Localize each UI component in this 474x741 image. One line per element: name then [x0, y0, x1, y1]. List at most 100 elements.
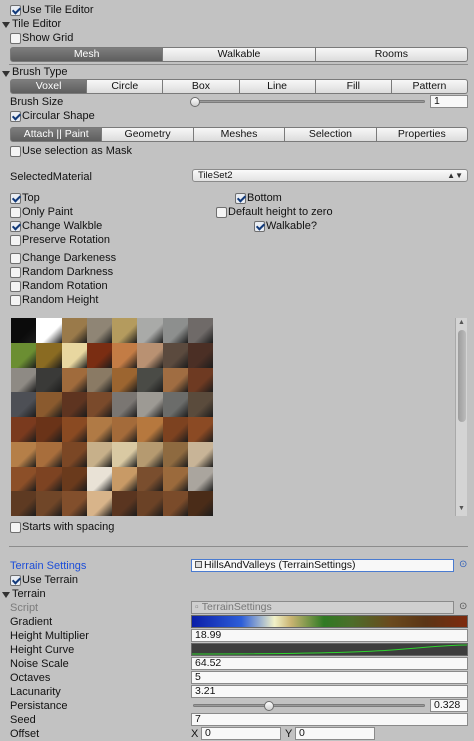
top-checkbox[interactable]: [10, 193, 21, 204]
tab-selection[interactable]: Selection: [285, 127, 377, 142]
brush-size-field[interactable]: 1: [430, 95, 468, 108]
tab-attach-paint[interactable]: Attach || Paint: [10, 127, 103, 142]
tile-swatch[interactable]: [36, 491, 62, 516]
terrain-section-title[interactable]: Terrain: [12, 587, 46, 601]
brush-type-foldout-arrow-icon[interactable]: [2, 71, 10, 77]
tile-swatch[interactable]: [61, 318, 87, 343]
tile-swatch[interactable]: [187, 491, 213, 516]
tile-swatch[interactable]: [162, 466, 188, 492]
tile-swatch[interactable]: [36, 466, 62, 492]
tile-swatch[interactable]: [137, 367, 163, 393]
tile-swatch[interactable]: [36, 441, 62, 467]
tile-swatch[interactable]: [86, 417, 112, 442]
octaves-field[interactable]: 5: [191, 671, 468, 684]
tile-swatch[interactable]: [137, 441, 163, 467]
tile-swatch[interactable]: [61, 392, 87, 417]
change-walkable-checkbox[interactable]: [10, 221, 21, 232]
tile-swatch[interactable]: [11, 466, 37, 492]
tile-swatch[interactable]: [11, 417, 37, 442]
random-height-checkbox[interactable]: [10, 295, 21, 306]
tab-meshes[interactable]: Meshes: [193, 127, 286, 142]
tile-swatch[interactable]: [11, 441, 37, 467]
use-terrain-checkbox[interactable]: [10, 575, 21, 586]
tile-swatch[interactable]: [112, 318, 138, 343]
terrain-foldout-arrow-icon[interactable]: [2, 592, 10, 598]
selected-material-dropdown[interactable]: TileSet2 ▲▼: [192, 169, 468, 182]
offset-x-field[interactable]: 0: [201, 727, 281, 740]
tile-swatch[interactable]: [61, 417, 87, 442]
tile-swatch[interactable]: [162, 417, 188, 442]
tile-swatch[interactable]: [112, 417, 138, 442]
seed-field[interactable]: 7: [191, 713, 468, 726]
tile-swatch[interactable]: [137, 318, 163, 343]
scroll-down-icon[interactable]: ▼: [458, 505, 465, 512]
tile-swatch[interactable]: [61, 466, 87, 492]
noise-scale-field[interactable]: 64.52: [191, 657, 468, 670]
starts-with-spacing-checkbox[interactable]: [10, 522, 21, 533]
tile-swatch[interactable]: [162, 342, 188, 368]
persistance-field[interactable]: 0.328: [430, 699, 468, 712]
tile-swatch[interactable]: [112, 466, 138, 492]
tileset-scroll-thumb[interactable]: [458, 330, 466, 422]
terrain-settings-object-field[interactable]: HillsAndValleys (TerrainSettings): [191, 559, 454, 572]
tab-rooms[interactable]: Rooms: [315, 47, 468, 62]
tile-swatch[interactable]: [112, 367, 138, 393]
tile-swatch[interactable]: [162, 392, 188, 417]
height-multiplier-field[interactable]: 18.99: [191, 629, 468, 642]
tile-editor-foldout-arrow-icon[interactable]: [2, 22, 10, 28]
tile-swatch[interactable]: [187, 392, 213, 417]
persistance-slider-track[interactable]: [193, 704, 425, 707]
tile-swatch[interactable]: [187, 342, 213, 368]
offset-y-field[interactable]: 0: [295, 727, 375, 740]
scroll-up-icon[interactable]: ▲: [458, 319, 465, 326]
tile-swatch[interactable]: [86, 342, 112, 368]
tile-swatch[interactable]: [61, 491, 87, 516]
change-darkeness-checkbox[interactable]: [10, 253, 21, 264]
tile-swatch[interactable]: [187, 367, 213, 393]
only-paint-checkbox[interactable]: [10, 207, 21, 218]
preserve-rotation-checkbox[interactable]: [10, 235, 21, 246]
random-rotation-checkbox[interactable]: [10, 281, 21, 292]
tile-swatch[interactable]: [11, 342, 37, 368]
tile-swatch[interactable]: [162, 318, 188, 343]
tab-geometry[interactable]: Geometry: [102, 127, 194, 142]
tileset-palette[interactable]: [11, 318, 213, 516]
tile-swatch[interactable]: [162, 367, 188, 393]
tile-swatch[interactable]: [137, 491, 163, 516]
tile-swatch[interactable]: [86, 491, 112, 516]
tile-swatch[interactable]: [36, 392, 62, 417]
brush-circle[interactable]: Circle: [87, 79, 164, 94]
brush-voxel[interactable]: Voxel: [10, 79, 88, 94]
tile-swatch[interactable]: [61, 342, 87, 368]
lacunarity-field[interactable]: 3.21: [191, 685, 468, 698]
show-grid-checkbox[interactable]: [10, 33, 21, 44]
tile-swatch[interactable]: [11, 491, 37, 516]
brush-pattern[interactable]: Pattern: [391, 79, 469, 94]
brush-line[interactable]: Line: [239, 79, 316, 94]
tile-swatch[interactable]: [36, 342, 62, 368]
tile-swatch[interactable]: [137, 392, 163, 417]
tile-swatch[interactable]: [11, 392, 37, 417]
tile-swatch[interactable]: [86, 367, 112, 393]
object-picker-icon[interactable]: ⊙: [459, 559, 467, 570]
bottom-checkbox[interactable]: [235, 193, 246, 204]
random-darkness-checkbox[interactable]: [10, 267, 21, 278]
tile-swatch[interactable]: [86, 441, 112, 467]
tile-swatch[interactable]: [36, 367, 62, 393]
tile-swatch[interactable]: [137, 417, 163, 442]
tile-swatch[interactable]: [112, 491, 138, 516]
tile-swatch[interactable]: [112, 392, 138, 417]
walkable-checkbox[interactable]: [254, 221, 265, 232]
tile-swatch[interactable]: [61, 441, 87, 467]
persistance-slider-thumb[interactable]: [264, 701, 274, 711]
tile-swatch[interactable]: [11, 318, 37, 343]
tile-swatch[interactable]: [36, 417, 62, 442]
tab-mesh[interactable]: Mesh: [10, 47, 164, 62]
gradient-field[interactable]: [191, 615, 468, 628]
tileset-scrollbar[interactable]: ▲ ▼: [455, 318, 467, 516]
brush-size-slider-thumb[interactable]: [190, 97, 200, 107]
tile-swatch[interactable]: [162, 441, 188, 467]
tile-swatch[interactable]: [36, 318, 62, 343]
circular-shape-checkbox[interactable]: [10, 111, 21, 122]
tile-swatch[interactable]: [112, 441, 138, 467]
